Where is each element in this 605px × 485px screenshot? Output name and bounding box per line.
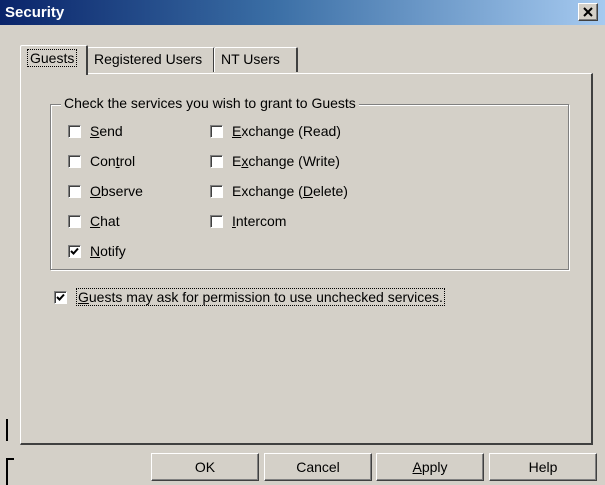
send-label: Send: [90, 123, 123, 139]
observe-checkbox[interactable]: [68, 185, 81, 198]
services-group: Check the services you wish to grant to …: [50, 95, 569, 270]
left-edge-mark: [6, 419, 8, 441]
tab-registered-users-label: Registered Users: [94, 51, 203, 67]
tab-guests-label: Guests: [27, 49, 78, 67]
tab-nt-users[interactable]: NT Users: [214, 47, 298, 72]
control-checkbox[interactable]: [68, 155, 81, 168]
guests-tab-panel: Check the services you wish to grant to …: [20, 73, 593, 445]
intercom-label: Intercom: [232, 213, 287, 229]
control-label: Control: [90, 153, 136, 169]
exchange-read-label: Exchange (Read): [232, 123, 341, 139]
chat-label: Chat: [90, 213, 120, 229]
ok-button[interactable]: OK: [151, 453, 259, 481]
left-edge-mark-corner: [6, 458, 14, 460]
chat-checkbox[interactable]: [68, 215, 81, 228]
window-title: Security: [5, 4, 65, 21]
close-button[interactable]: [578, 3, 598, 21]
notify-label: Notify: [90, 243, 126, 259]
exchange-delete-label: Exchange (Delete): [232, 183, 348, 199]
permission-checkbox[interactable]: [54, 291, 67, 304]
title-bar[interactable]: Security: [0, 0, 605, 25]
exchange-write-label: Exchange (Write): [232, 153, 340, 169]
apply-button[interactable]: Apply: [376, 453, 484, 481]
notify-checkbox[interactable]: [68, 245, 81, 258]
permission-label: Guests may ask for permission to use unc…: [76, 288, 445, 306]
security-dialog: Security Guests Registered Users NT User…: [0, 0, 605, 485]
observe-label: Observe: [90, 183, 143, 199]
exchange-delete-checkbox[interactable]: [210, 185, 223, 198]
cancel-button[interactable]: Cancel: [264, 453, 372, 481]
tab-registered-users[interactable]: Registered Users: [87, 47, 215, 72]
intercom-checkbox[interactable]: [210, 215, 223, 228]
tab-guests[interactable]: Guests: [20, 45, 88, 75]
checkmark-icon: [56, 293, 65, 301]
exchange-write-checkbox[interactable]: [210, 155, 223, 168]
tab-nt-users-label: NT Users: [221, 51, 280, 67]
close-icon: [583, 7, 593, 17]
exchange-read-checkbox[interactable]: [210, 125, 223, 138]
send-checkbox[interactable]: [68, 125, 81, 138]
checkmark-icon: [70, 247, 79, 255]
left-edge-mark-lower: [6, 458, 8, 485]
services-group-legend: Check the services you wish to grant to …: [61, 95, 359, 111]
help-button[interactable]: Help: [489, 453, 597, 481]
